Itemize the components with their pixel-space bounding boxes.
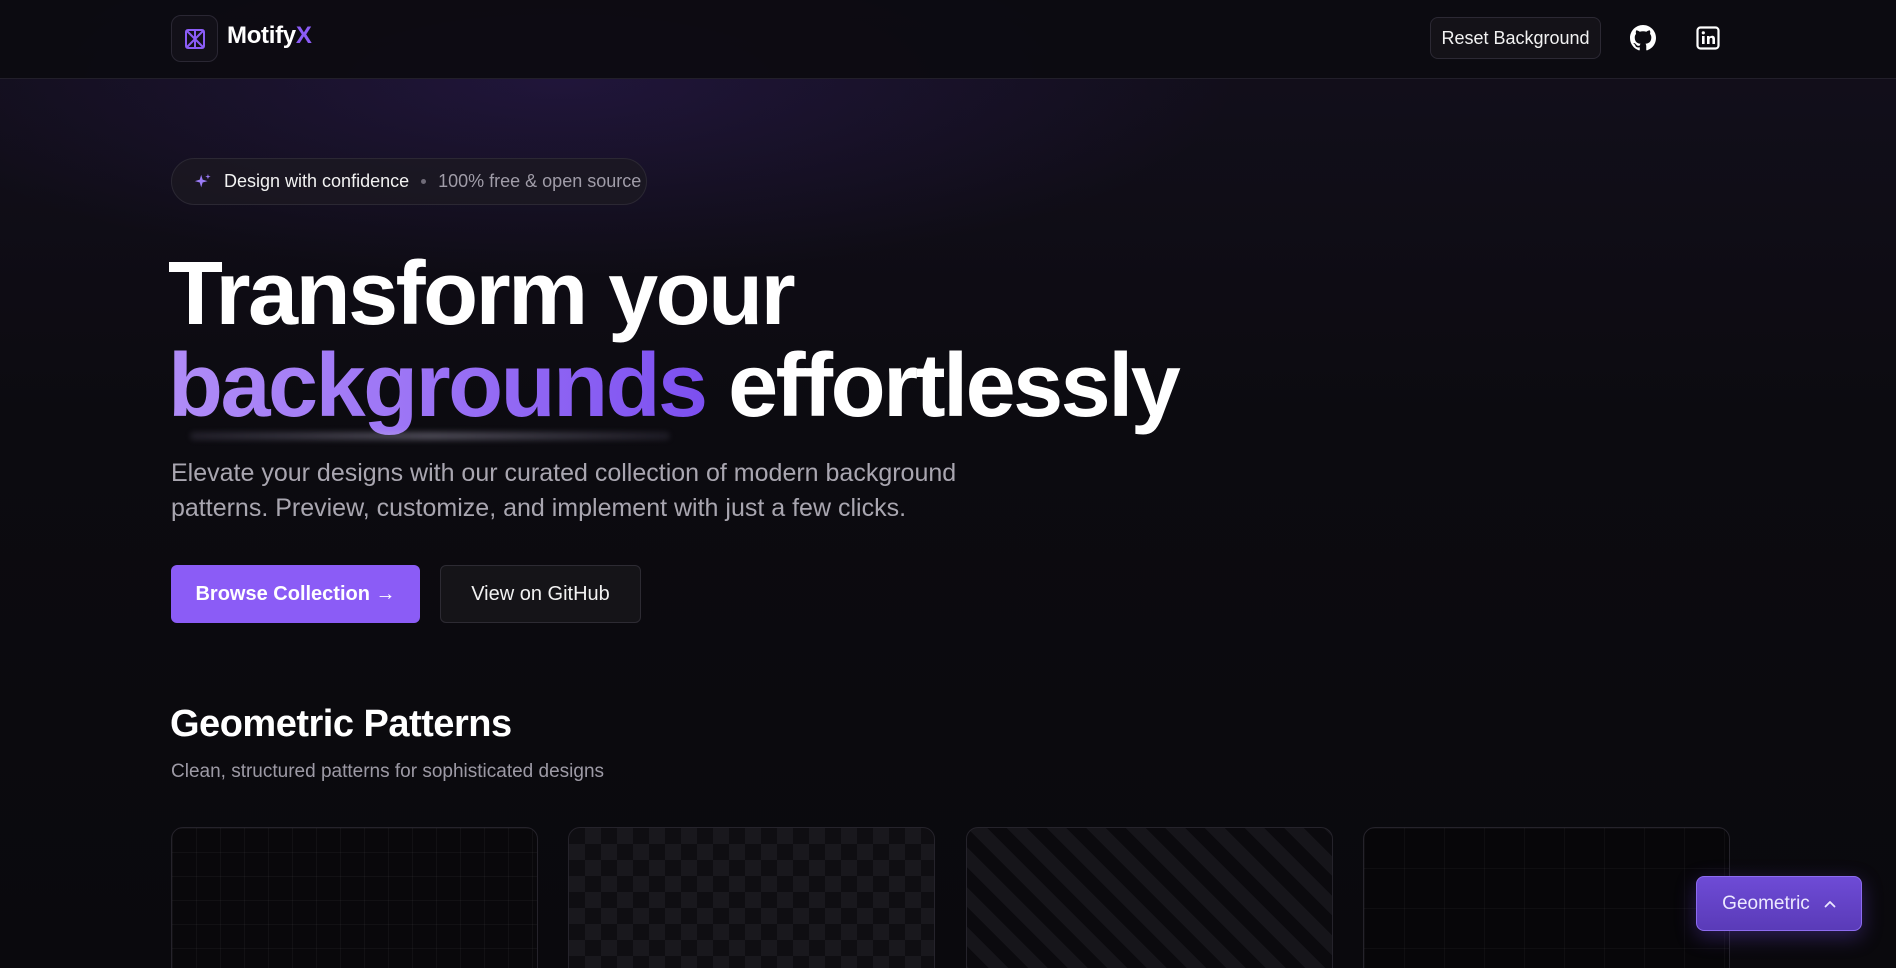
github-icon[interactable] xyxy=(1629,24,1657,52)
section-title: Geometric Patterns xyxy=(170,703,512,745)
reset-background-button[interactable]: Reset Background xyxy=(1430,17,1601,59)
category-selector-button[interactable]: Geometric xyxy=(1696,876,1862,931)
pattern-card-large-grid[interactable] xyxy=(1363,827,1730,968)
hero-heading-line1: Transform your xyxy=(168,244,796,344)
linkedin-icon[interactable] xyxy=(1694,24,1722,52)
badge-secondary-text: 100% free & open source xyxy=(438,171,642,191)
logo-accent: X xyxy=(295,22,312,49)
badge-primary-text: Design with confidence xyxy=(224,171,410,191)
hero-heading-rest: effortlessly xyxy=(705,336,1181,436)
view-on-github-button[interactable]: View on GitHub xyxy=(440,565,641,623)
logo-wordmark[interactable]: MotifyX xyxy=(227,22,312,50)
logo-main: Motify xyxy=(227,22,296,49)
hero-heading: Transform your backgrounds effortlessly xyxy=(168,248,1268,432)
browse-collection-button[interactable]: Browse Collection → xyxy=(171,565,420,623)
hero-heading-highlight: backgrounds xyxy=(168,336,708,436)
logo-icon[interactable] xyxy=(171,15,218,62)
sparkle-icon xyxy=(194,173,211,187)
hero-subtitle: Elevate your designs with our curated co… xyxy=(171,459,957,522)
top-nav: MotifyX Reset Background xyxy=(0,0,1896,79)
page: MotifyX Reset Background Design with con… xyxy=(0,0,1896,968)
pattern-card-grid[interactable] xyxy=(171,827,538,968)
heading-underline-glow xyxy=(190,432,670,440)
category-selector-label: Geometric xyxy=(1722,892,1810,914)
hero-badge: Design with confidence 100% free & open … xyxy=(171,158,647,205)
hero-heading-line2: backgrounds effortlessly xyxy=(168,340,1268,432)
badge-separator xyxy=(421,179,427,184)
pattern-card-stripes[interactable] xyxy=(966,827,1333,968)
chevron-up-icon xyxy=(1824,900,1836,907)
section-subtitle: Clean, structured patterns for sophistic… xyxy=(171,761,605,782)
pattern-card-checker[interactable] xyxy=(568,827,935,968)
